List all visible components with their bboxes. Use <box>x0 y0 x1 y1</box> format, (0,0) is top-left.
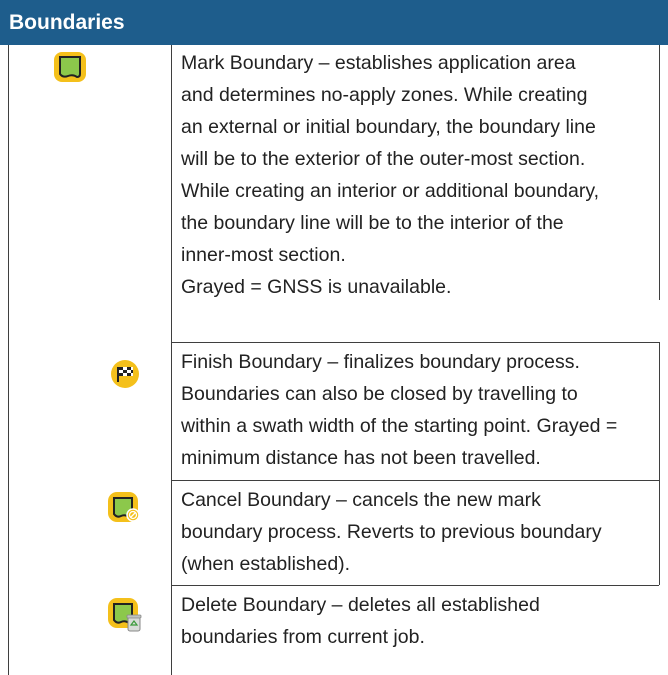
description-line: Finish Boundary – finalizes boundary pro… <box>181 351 580 373</box>
column-divider <box>171 343 172 675</box>
section-header: Boundaries <box>0 0 668 45</box>
description-line: Boundaries can also be closed by travell… <box>181 383 578 405</box>
description-line: minimum distance has not been travelled. <box>181 447 541 469</box>
table-left-border <box>8 45 9 675</box>
description-line: Grayed = GNSS is unavailable. <box>181 276 452 298</box>
finish-boundary-checkered-flag-icon <box>111 360 139 388</box>
description-line: within a swath width of the starting poi… <box>181 415 618 437</box>
row-border-left-2 <box>8 300 9 342</box>
description-line: boundary process. Reverts to previous bo… <box>181 521 602 543</box>
section-title: Boundaries <box>9 11 125 34</box>
description-line: the boundary line will be to the interio… <box>181 212 564 234</box>
row-3-bottom-border <box>171 585 659 586</box>
column-divider-top <box>171 45 172 343</box>
description-line: boundaries from current job. <box>181 626 425 648</box>
row-1-bottom-border <box>171 342 659 343</box>
description-line: Mark Boundary – establishes application … <box>181 52 576 74</box>
cancel-boundary-description: Cancel Boundary – cancels the new mark b… <box>181 484 661 580</box>
description-line: Delete Boundary – deletes all establishe… <box>181 594 540 616</box>
description-line: While creating an interior or additional… <box>181 180 600 202</box>
description-line: and determines no-apply zones. While cre… <box>181 84 588 106</box>
description-line: an external or initial boundary, the bou… <box>181 116 596 138</box>
mark-boundary-description: Mark Boundary – establishes application … <box>181 47 661 303</box>
description-line: inner-most section. <box>181 244 346 266</box>
description-line: will be to the exterior of the outer-mos… <box>181 148 586 170</box>
mark-boundary-icon <box>54 52 86 82</box>
description-line: (when established). <box>181 553 351 575</box>
delete-boundary-trash-icon <box>108 598 144 634</box>
finish-boundary-description: Finish Boundary – finalizes boundary pro… <box>181 346 661 474</box>
delete-boundary-description: Delete Boundary – deletes all establishe… <box>181 589 661 653</box>
cancel-boundary-icon <box>108 492 142 524</box>
row-2-bottom-border <box>171 480 659 481</box>
description-line: Cancel Boundary – cancels the new mark <box>181 489 541 511</box>
